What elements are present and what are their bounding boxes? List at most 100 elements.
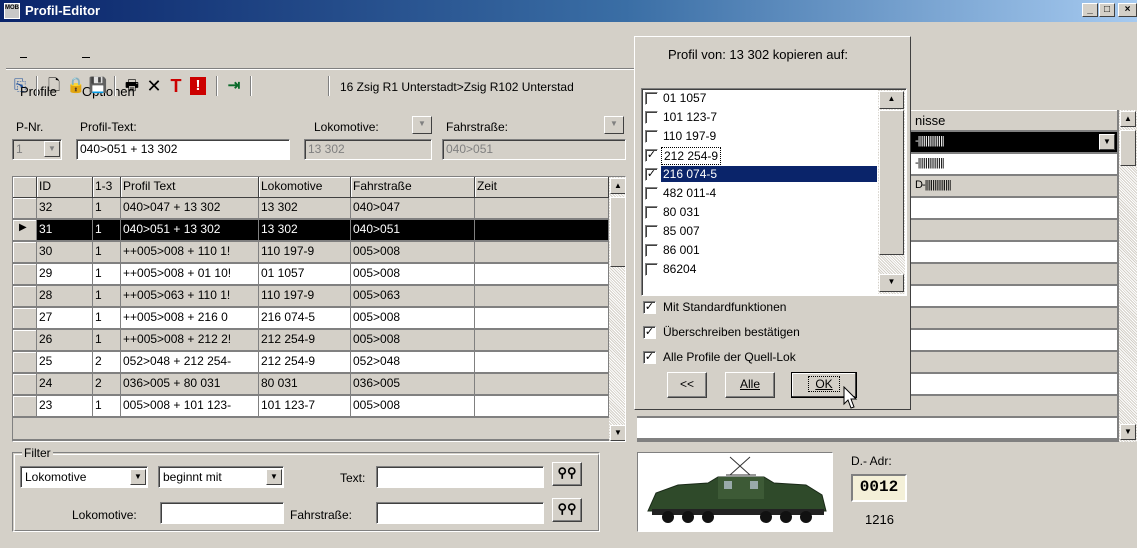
scroll-up-icon[interactable]: ▲ [879,91,904,109]
col-fahrstrasse[interactable]: Fahrstraße [351,177,475,198]
cell-text[interactable]: ++005>008 + 110 1! [121,242,259,263]
cell-fahr[interactable]: 036>005 [351,374,475,395]
scroll-down-icon[interactable]: ▼ [1120,424,1136,440]
cell-text[interactable]: 052>048 + 212 254- [121,352,259,373]
filter-text-input[interactable] [376,466,544,488]
lok-dropdown-icon[interactable]: ▼ [412,116,432,134]
close-button[interactable]: × [1118,3,1137,17]
cell-fahr[interactable]: 005>008 [351,330,475,351]
scroll-down-icon[interactable]: ▼ [610,425,625,441]
cell-text[interactable]: ++005>008 + 212 2! [121,330,259,351]
right-scrollbar[interactable]: ▲ ▼ [1119,110,1137,442]
lok-list-item[interactable]: 80 031 [645,204,881,222]
lok-listbox[interactable]: 01 1057 101 123-7 110 197-9 ✓ 212 254-9 ✓ 216 … [641,88,907,296]
cell-zeit[interactable] [475,198,609,219]
new-document-icon[interactable]: 🗋 [44,76,64,96]
table-row[interactable]: 26 1 ++005>008 + 212 2! 212 254-9 005>008 [13,330,625,351]
cell-text[interactable]: ++005>063 + 110 1! [121,286,259,307]
chevron-down-icon[interactable]: ▼ [130,469,146,485]
lok-list-item[interactable]: 01 1057 [645,90,881,108]
lok-list-item[interactable]: 482 011-4 [645,185,881,203]
checkbox-icon[interactable] [645,187,658,200]
checkbox-icon[interactable]: ✓ [643,326,656,339]
pnr-select[interactable]: 1 ▼ [12,139,62,160]
checkbox-icon[interactable] [645,244,658,257]
cell-zeit[interactable] [475,220,609,241]
all-button[interactable]: Alle [725,372,775,398]
profile-grid[interactable]: ID 1-3 Profil Text Lokomotive Fahrstraße… [12,176,626,442]
cell-n[interactable]: 1 [93,396,121,417]
row-indicator[interactable] [13,264,37,285]
cell-zeit[interactable] [475,352,609,373]
lock-icon[interactable]: 🔒 [66,76,86,96]
table-row[interactable]: 24 2 036>005 + 80 031 80 031 036>005 [13,374,625,395]
checkbox-icon[interactable] [645,111,658,124]
cell-fahr[interactable]: 040>047 [351,198,475,219]
cell-lok[interactable]: 110 197-9 [259,286,351,307]
table-row[interactable]: 32 1 040>047 + 13 302 13 302 040>047 [13,198,625,219]
row-indicator[interactable] [13,242,37,263]
cell-zeit[interactable] [475,286,609,307]
chevron-down-icon[interactable]: ▼ [1099,134,1115,150]
checkbox-icon[interactable]: ✓ [645,168,658,181]
cell-text[interactable]: 040>047 + 13 302 [121,198,259,219]
network-icon[interactable]: ⎘ [10,76,30,96]
cell-id[interactable]: 28 [37,286,93,307]
option-checkbox[interactable]: ✓ Mit Standardfunktionen [643,299,873,317]
binoculars-icon[interactable]: ⚲⚲ [552,462,582,486]
lok-list-item[interactable]: 110 197-9 [645,128,881,146]
table-row-selected[interactable]: ▶ 31 1 040>051 + 13 302 13 302 040>051 [13,220,625,241]
table-row[interactable]: 28 1 ++005>063 + 110 1! 110 197-9 005>063 [13,286,625,307]
lok-list-item[interactable]: ✓ 216 074-5 [645,166,881,184]
row-indicator[interactable] [13,330,37,351]
checkbox-icon[interactable]: ✓ [643,351,656,364]
cell-id[interactable]: 27 [37,308,93,329]
checkbox-icon[interactable] [645,263,658,276]
checkbox-icon[interactable]: ✓ [643,301,656,314]
col-zeit[interactable]: Zeit [475,177,609,198]
cell-lok[interactable]: 101 123-7 [259,396,351,417]
cell-lok[interactable]: 216 074-5 [259,308,351,329]
cell-zeit[interactable] [475,374,609,395]
cell-id[interactable]: 26 [37,330,93,351]
alert-icon[interactable]: ! [190,77,206,95]
lok-list-item[interactable]: 101 123-7 [645,109,881,127]
cell-zeit[interactable] [475,242,609,263]
col-profiltext[interactable]: Profil Text [121,177,259,198]
cell-zeit[interactable] [475,308,609,329]
cell-lok[interactable]: 13 302 [259,198,351,219]
cell-n[interactable]: 1 [93,198,121,219]
cell-id[interactable]: 25 [37,352,93,373]
col-id[interactable]: ID [37,177,93,198]
cell-fahr[interactable]: 040>051 [351,220,475,241]
cell-text[interactable]: ++005>008 + 216 0 [121,308,259,329]
fahr-field[interactable]: 040>051 [442,139,626,160]
option-checkbox[interactable]: ✓ Alle Profile der Quell-Lok [643,349,873,367]
cell-lok[interactable]: 212 254-9 [259,352,351,373]
checkbox-icon[interactable] [645,92,658,105]
exit-icon[interactable]: ⇥ [224,76,244,96]
cell-text[interactable]: ++005>008 + 01 10! [121,264,259,285]
cell-n[interactable]: 1 [93,242,121,263]
cell-fahr[interactable]: 005>008 [351,308,475,329]
cell-lok[interactable]: 13 302 [259,220,351,241]
row-indicator[interactable] [13,308,37,329]
grid-scrollbar[interactable]: ▲ ▼ [609,177,625,441]
cell-n[interactable]: 1 [93,330,121,351]
cell-fahr[interactable]: 005>008 [351,264,475,285]
table-row[interactable]: 30 1 ++005>008 + 110 1! 110 197-9 005>008 [13,242,625,263]
filter-fahr-input[interactable] [376,502,544,524]
row-indicator[interactable] [13,198,37,219]
table-row[interactable]: 23 1 005>008 + 101 123- 101 123-7 005>008 [13,396,625,417]
chevron-down-icon[interactable]: ▼ [266,469,282,485]
scroll-up-icon[interactable]: ▲ [1120,111,1136,127]
lok-list-item[interactable]: 85 007 [645,223,881,241]
scroll-down-icon[interactable]: ▼ [879,274,904,292]
chevron-down-icon[interactable]: ▼ [44,141,60,157]
scroll-thumb[interactable] [879,110,904,255]
text-tool-icon[interactable]: T [166,76,186,96]
fahr-dropdown-icon[interactable]: ▼ [604,116,624,134]
row-indicator[interactable] [13,286,37,307]
save-icon[interactable]: 💾 [88,76,108,96]
back-button[interactable]: << [667,372,707,398]
